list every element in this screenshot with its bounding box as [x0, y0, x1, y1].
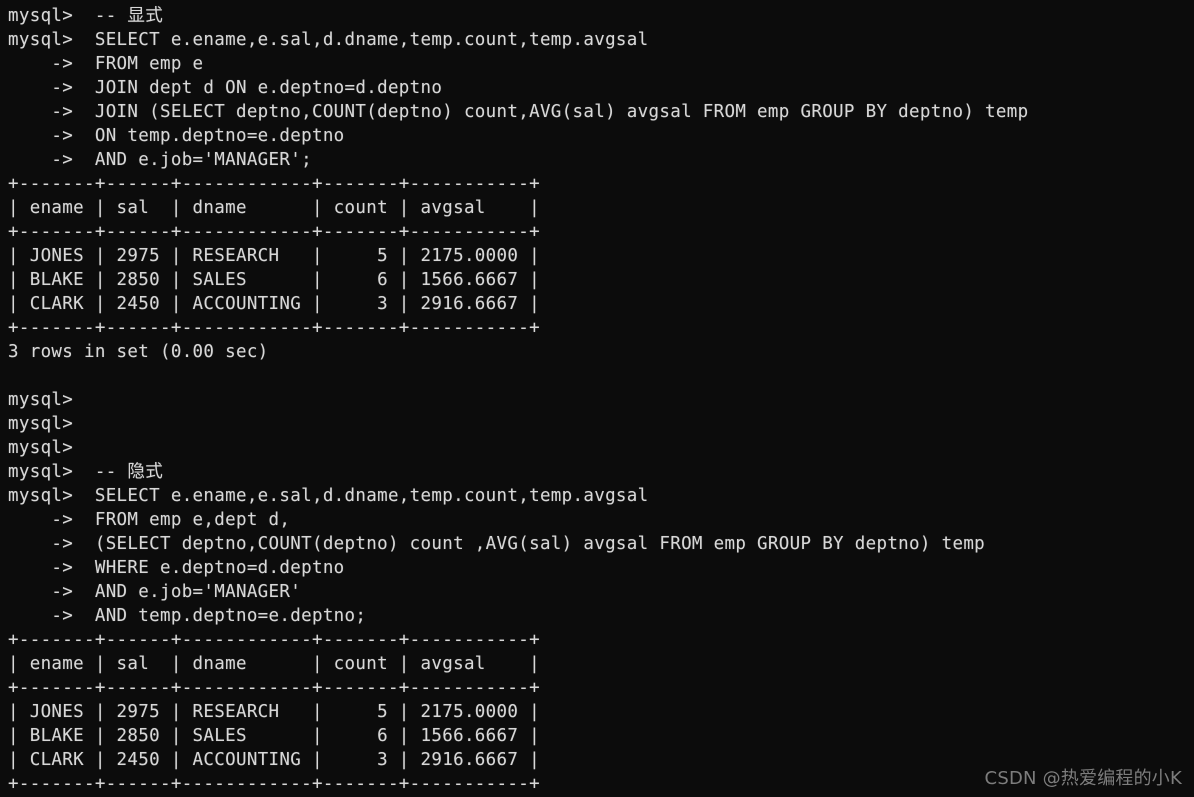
terminal-line: -> JOIN dept d ON e.deptno=d.deptno — [8, 78, 443, 98]
terminal-window[interactable]: mysql> -- 显式 mysql> SELECT e.ename,e.sal,… — [0, 0, 1194, 797]
terminal-line: | ename | sal | dname | count | avgsal | — [8, 198, 540, 218]
terminal-line: | ename | sal | dname | count | avgsal | — [8, 654, 540, 674]
terminal-line: -> AND e.job='MANAGER' — [8, 582, 302, 602]
watermark-label: CSDN @热爱编程的小K — [984, 768, 1182, 789]
terminal-line: -> FROM emp e,dept d, — [8, 510, 291, 530]
terminal-line: mysql> — [8, 414, 74, 434]
terminal-line: -> AND temp.deptno=e.deptno; — [8, 606, 367, 626]
terminal-line: mysql> SELECT e.ename,e.sal,d.dname,temp… — [8, 486, 649, 506]
terminal-line: mysql> -- 显式 — [8, 6, 164, 26]
terminal-line: mysql> SELECT e.ename,e.sal,d.dname,temp… — [8, 30, 649, 50]
terminal-line: +-------+------+------------+-------+---… — [8, 630, 540, 650]
terminal-line: 3 rows in set (0.00 sec) — [8, 342, 269, 362]
terminal-line: mysql> — [8, 438, 74, 458]
terminal-line: -> JOIN (SELECT deptno,COUNT(deptno) cou… — [8, 102, 1029, 122]
terminal-line: +-------+------+------------+-------+---… — [8, 678, 540, 698]
terminal-line: mysql> — [8, 390, 74, 410]
terminal-line: -> AND e.job='MANAGER'; — [8, 150, 312, 170]
terminal-line: -> WHERE e.deptno=d.deptno — [8, 558, 345, 578]
terminal-line: +-------+------+------------+-------+---… — [8, 222, 540, 242]
terminal-line: | CLARK | 2450 | ACCOUNTING | 3 | 2916.6… — [8, 294, 540, 314]
terminal-line: | JONES | 2975 | RESEARCH | 5 | 2175.000… — [8, 702, 540, 722]
terminal-output: mysql> -- 显式 mysql> SELECT e.ename,e.sal,… — [8, 4, 1194, 796]
terminal-line: +-------+------+------------+-------+---… — [8, 318, 540, 338]
terminal-line: | BLAKE | 2850 | SALES | 6 | 1566.6667 | — [8, 270, 540, 290]
terminal-line: mysql> -- 隐式 — [8, 462, 164, 482]
terminal-line: -> (SELECT deptno,COUNT(deptno) count ,A… — [8, 534, 986, 554]
terminal-line: -> ON temp.deptno=e.deptno — [8, 126, 345, 146]
terminal-line: -> FROM emp e — [8, 54, 204, 74]
terminal-line: | JONES | 2975 | RESEARCH | 5 | 2175.000… — [8, 246, 540, 266]
terminal-line: | BLAKE | 2850 | SALES | 6 | 1566.6667 | — [8, 726, 540, 746]
terminal-line: +-------+------+------------+-------+---… — [8, 174, 540, 194]
